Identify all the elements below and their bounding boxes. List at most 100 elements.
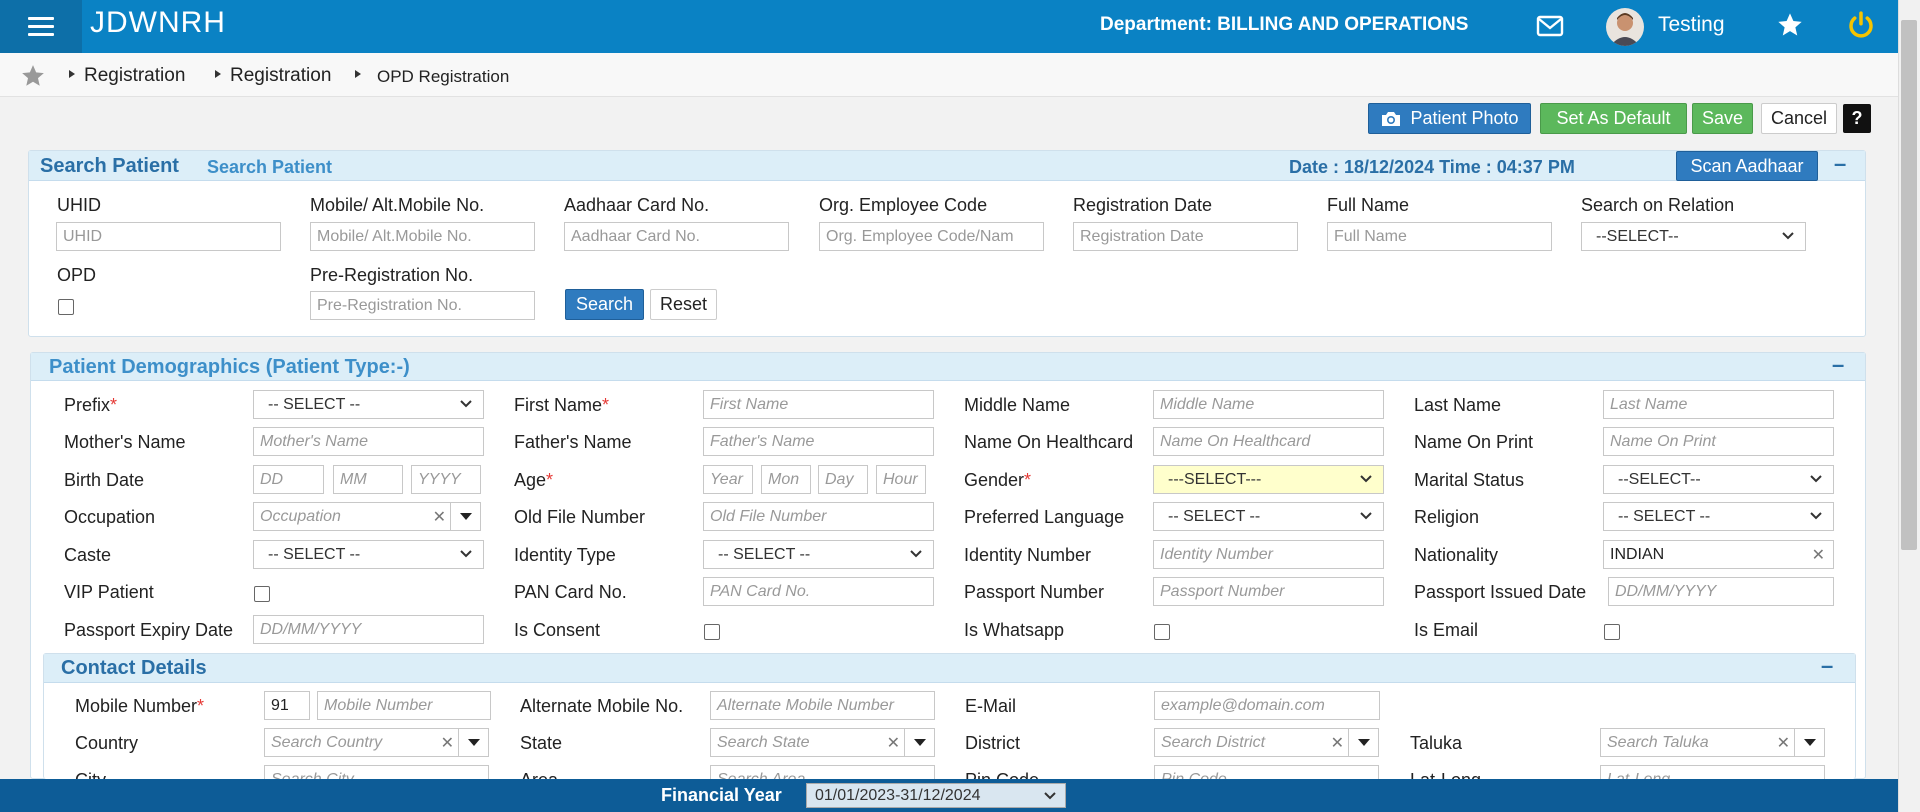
aadhaar-input[interactable]: Aadhaar Card No. [564,222,789,251]
clear-icon[interactable]: ✕ [1777,733,1790,753]
cancel-button[interactable]: Cancel [1761,103,1837,134]
financial-year-select[interactable]: 01/01/2023-31/12/2024 [806,783,1066,808]
mobile-number-input[interactable]: Mobile Number [317,691,491,720]
middle-name-input[interactable]: Middle Name [1153,390,1384,419]
pre-registration-input[interactable]: Pre-Registration No. [310,291,535,320]
scan-aadhaar-button[interactable]: Scan Aadhaar [1676,151,1818,181]
search-panel-title: Search Patient [40,155,179,177]
registration-date-input[interactable]: Registration Date [1073,222,1298,251]
identity-number-input[interactable]: Identity Number [1153,540,1384,569]
is-consent-checkbox[interactable] [704,624,720,640]
clear-icon[interactable]: ✕ [433,507,446,527]
clear-icon[interactable]: ✕ [1812,545,1825,565]
birth-month-input[interactable]: MM [333,465,403,494]
age-day-input[interactable]: Day [818,465,868,494]
prefix-select[interactable]: -- SELECT -- [253,390,484,419]
email-input[interactable]: example@domain.com [1154,691,1380,720]
passport-expiry-input[interactable]: DD/MM/YYYY [253,615,484,644]
dropdown-arrow-icon[interactable] [904,729,934,756]
user-name[interactable]: Testing [1658,13,1725,37]
passport-issued-input[interactable]: DD/MM/YYYY [1608,577,1834,606]
fathers-name-input[interactable]: Father's Name [703,427,934,456]
dropdown-arrow-icon[interactable] [1794,729,1824,756]
set-as-default-button[interactable]: Set As Default [1540,103,1687,134]
scrollbar-thumb[interactable] [1901,20,1917,550]
country-code-input[interactable]: 91 [264,691,310,720]
preferred-language-select[interactable]: -- SELECT -- [1153,502,1384,531]
identity-type-select[interactable]: -- SELECT -- [703,540,934,569]
breadcrumb: Registration Registration OPD Registrati… [0,53,1898,97]
birth-year-input[interactable]: YYYY [411,465,481,494]
mobile-label: Mobile/ Alt.Mobile No. [310,195,485,215]
mail-icon[interactable] [1536,14,1564,43]
dropdown-arrow-icon[interactable] [450,503,480,530]
search-button[interactable]: Search [565,289,644,320]
taluka-combo[interactable]: Search Taluka ✕ [1600,728,1825,757]
is-whatsapp-checkbox[interactable] [1154,624,1170,640]
collapse-icon[interactable]: – [1821,653,1833,679]
middle-name-label: Middle Name [964,395,1071,415]
breadcrumb-arrow-icon [215,70,221,78]
occupation-combo[interactable]: Occupation ✕ [253,502,481,531]
full-name-input[interactable]: Full Name [1327,222,1552,251]
power-icon[interactable] [1846,10,1876,45]
last-name-input[interactable]: Last Name [1603,390,1834,419]
dropdown-arrow-icon[interactable] [1348,729,1378,756]
alternate-mobile-input[interactable]: Alternate Mobile Number [710,691,935,720]
patient-photo-button[interactable]: Patient Photo [1368,103,1531,134]
is-email-checkbox[interactable] [1604,624,1620,640]
dropdown-arrow-icon[interactable] [458,729,488,756]
help-button[interactable]: ? [1843,104,1871,133]
birth-date-label: Birth Date [64,470,145,490]
mothers-name-input[interactable]: Mother's Name [253,427,484,456]
name-on-healthcard-input[interactable]: Name On Healthcard [1153,427,1384,456]
mobile-number-label-text: Mobile Number [75,696,198,716]
old-file-number-input[interactable]: Old File Number [703,502,934,531]
contact-details-panel: Contact Details – [43,653,1856,779]
gender-select[interactable]: ---SELECT--- [1153,465,1384,494]
mobile-input[interactable]: Mobile/ Alt.Mobile No. [310,222,535,251]
app-logo: JDWNRH [90,6,226,39]
reset-button[interactable]: Reset [650,289,717,320]
breadcrumb-item[interactable]: Registration [230,65,331,87]
pan-card-input[interactable]: PAN Card No. [703,577,934,606]
collapse-icon[interactable]: – [1832,352,1844,378]
star-icon[interactable] [1776,11,1804,44]
caste-value: -- SELECT -- [268,545,361,563]
identity-type-value: -- SELECT -- [718,545,811,563]
age-hour-input[interactable]: Hour [876,465,926,494]
contact-title: Contact Details [61,657,207,679]
clear-icon[interactable]: ✕ [887,733,900,753]
uhid-input[interactable]: UHID [56,222,281,251]
favorite-star-icon[interactable] [20,63,46,94]
collapse-icon[interactable]: – [1834,151,1846,177]
opd-label: OPD [57,265,97,285]
nationality-input[interactable]: INDIAN ✕ [1603,540,1834,569]
state-combo[interactable]: Search State ✕ [710,728,935,757]
save-button[interactable]: Save [1692,103,1753,134]
name-on-print-input[interactable]: Name On Print [1603,427,1834,456]
caste-select[interactable]: -- SELECT -- [253,540,484,569]
clear-icon[interactable]: ✕ [441,733,454,753]
religion-select[interactable]: -- SELECT -- [1603,502,1834,531]
org-employee-input[interactable]: Org. Employee Code/Nam [819,222,1044,251]
first-name-input[interactable]: First Name [703,390,934,419]
patient-photo-label: Patient Photo [1410,108,1519,128]
identity-number-label: Identity Number [964,545,1092,565]
age-year-input[interactable]: Year [703,465,753,494]
age-month-input[interactable]: Mon [761,465,811,494]
clear-icon[interactable]: ✕ [1331,733,1344,753]
birth-day-input[interactable]: DD [253,465,324,494]
country-combo[interactable]: Search Country ✕ [264,728,489,757]
relation-select[interactable]: --SELECT-- [1581,222,1806,251]
breadcrumb-item[interactable]: Registration [84,65,185,87]
passport-number-input[interactable]: Passport Number [1153,577,1384,606]
breadcrumb-arrow-icon [69,70,75,78]
vip-patient-checkbox[interactable] [254,586,270,602]
marital-status-select[interactable]: --SELECT-- [1603,465,1834,494]
vip-patient-label: VIP Patient [64,582,154,602]
avatar[interactable] [1606,8,1644,46]
opd-checkbox[interactable] [58,299,74,315]
district-combo[interactable]: Search District ✕ [1154,728,1379,757]
menu-icon[interactable] [0,0,82,53]
